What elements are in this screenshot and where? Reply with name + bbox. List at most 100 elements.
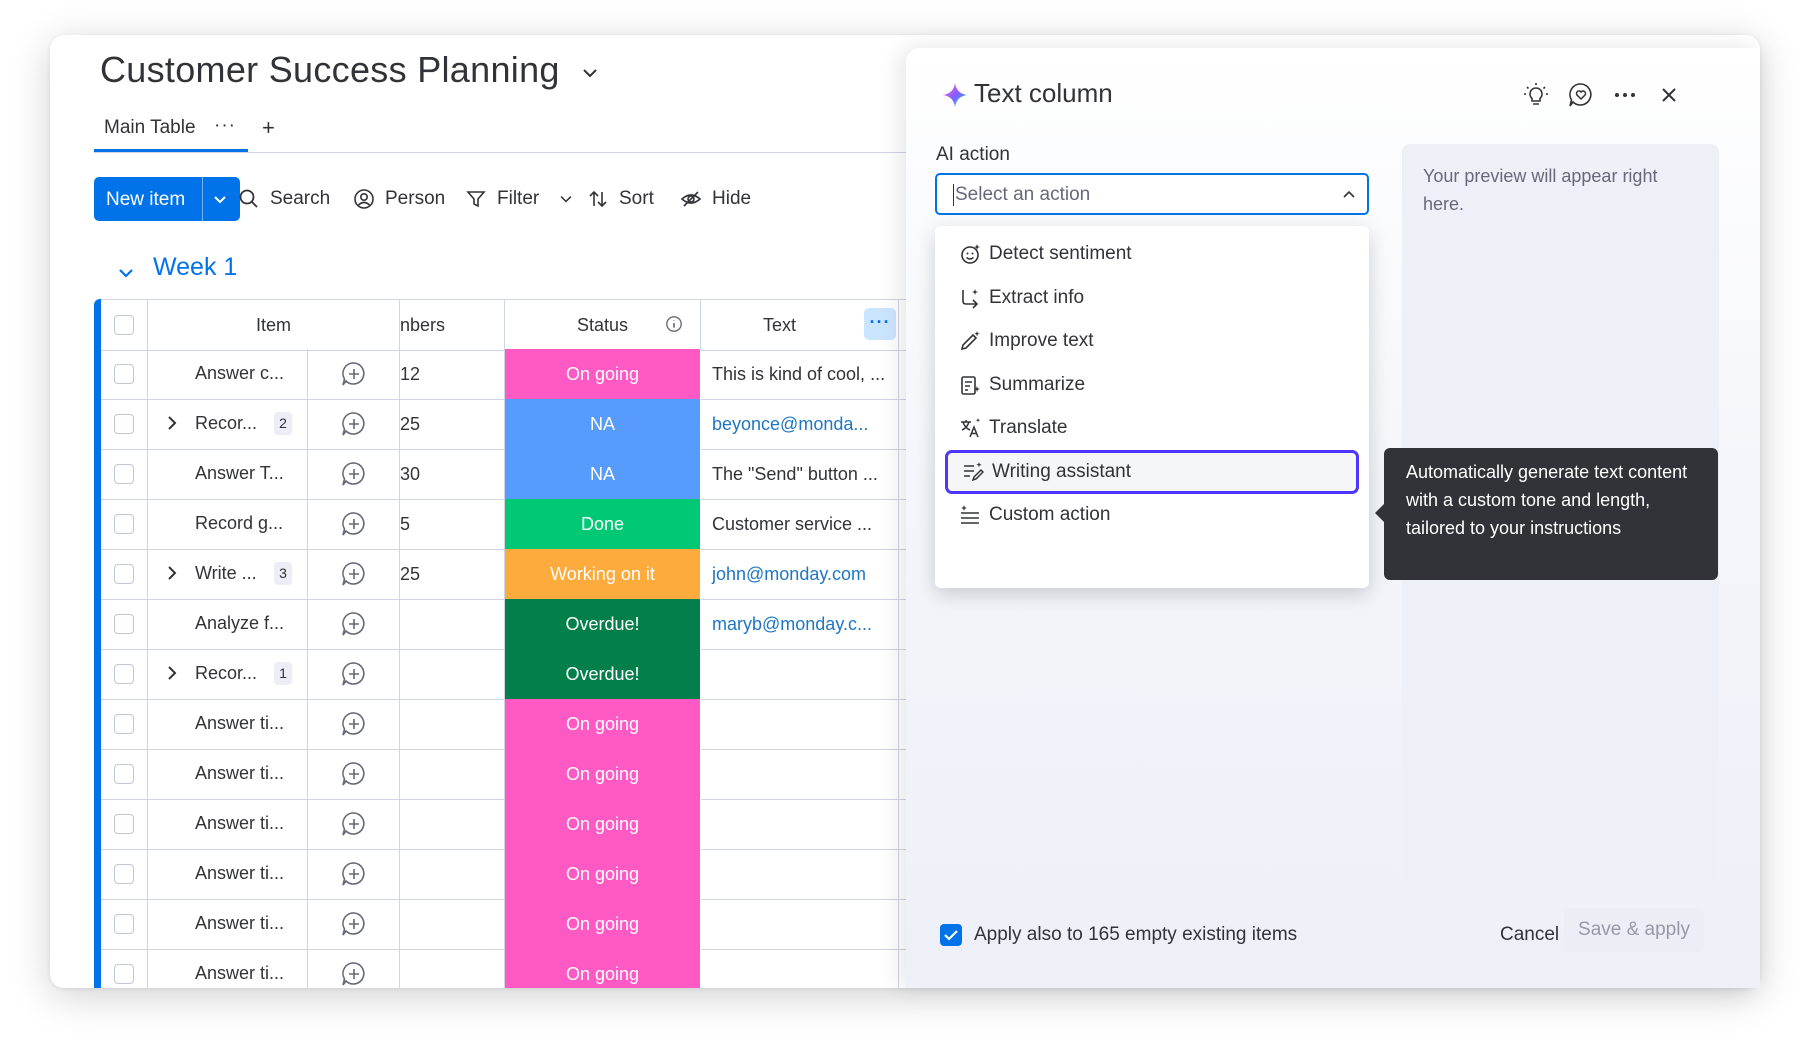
row-checkbox-cell[interactable] bbox=[101, 399, 148, 449]
column-menu-icon[interactable]: ··· bbox=[864, 308, 896, 340]
info-icon[interactable] bbox=[665, 315, 683, 333]
dropdown-option[interactable]: Writing assistant bbox=[945, 449, 1359, 494]
row-checkbox-cell[interactable] bbox=[101, 549, 148, 599]
item-cell[interactable]: Recor... 2 bbox=[148, 399, 308, 449]
row-checkbox-cell[interactable] bbox=[101, 849, 148, 899]
add-update-icon[interactable] bbox=[341, 511, 367, 537]
item-name[interactable]: Answer ti... bbox=[195, 763, 284, 784]
updates-cell[interactable] bbox=[308, 799, 400, 849]
table-row[interactable]: Answer ti... On going bbox=[101, 849, 944, 900]
numbers-cell[interactable] bbox=[400, 849, 505, 899]
item-name[interactable]: Answer ti... bbox=[195, 713, 284, 734]
checkbox[interactable] bbox=[114, 864, 134, 884]
row-checkbox-cell[interactable] bbox=[101, 599, 148, 649]
row-checkbox-cell[interactable] bbox=[101, 499, 148, 549]
chevron-right-icon[interactable] bbox=[164, 415, 180, 431]
table-row[interactable]: Answer ti... On going bbox=[101, 799, 944, 850]
row-checkbox-cell[interactable] bbox=[101, 799, 148, 849]
checkbox[interactable] bbox=[114, 814, 134, 834]
table-row[interactable]: Answer T... 30 NA The "Send" button ... bbox=[101, 449, 944, 500]
table-row[interactable]: Answer c... 12 On going This is kind of coo… bbox=[101, 349, 944, 400]
text-cell[interactable]: This is kind of cool, ... bbox=[701, 349, 899, 399]
add-update-icon[interactable] bbox=[341, 661, 367, 687]
dropdown-option[interactable]: Detect sentiment bbox=[945, 232, 1359, 276]
text-cell[interactable]: john@monday.com bbox=[701, 549, 899, 599]
item-cell[interactable]: Answer ti... bbox=[148, 749, 308, 799]
updates-cell[interactable] bbox=[308, 699, 400, 749]
table-row[interactable]: Answer ti... On going bbox=[101, 949, 944, 988]
lightbulb-icon[interactable] bbox=[1523, 82, 1549, 108]
add-update-icon[interactable] bbox=[341, 811, 367, 837]
item-cell[interactable]: Record g... bbox=[148, 499, 308, 549]
item-cell[interactable]: Analyze f... bbox=[148, 599, 308, 649]
sort-button[interactable]: Sort bbox=[587, 188, 654, 210]
status-cell[interactable]: On going bbox=[505, 699, 701, 749]
table-row[interactable]: Answer ti... On going bbox=[101, 749, 944, 800]
dropdown-option[interactable]: Improve text bbox=[945, 319, 1359, 363]
item-name[interactable]: Recor... bbox=[195, 413, 257, 434]
row-checkbox-cell[interactable] bbox=[101, 649, 148, 699]
dropdown-option[interactable]: Translate bbox=[945, 406, 1359, 450]
numbers-cell[interactable] bbox=[400, 599, 505, 649]
item-cell[interactable]: Answer c... bbox=[148, 349, 308, 399]
add-view-icon[interactable]: + bbox=[262, 115, 275, 141]
checkbox[interactable] bbox=[114, 664, 134, 684]
status-cell[interactable]: NA bbox=[505, 449, 701, 499]
checkbox[interactable] bbox=[114, 414, 134, 434]
updates-cell[interactable] bbox=[308, 649, 400, 699]
cancel-button[interactable]: Cancel bbox=[1500, 924, 1559, 946]
checkbox[interactable] bbox=[114, 614, 134, 634]
checkbox[interactable] bbox=[114, 364, 134, 384]
save-apply-button[interactable]: Save & apply bbox=[1564, 908, 1704, 952]
checkbox[interactable] bbox=[114, 764, 134, 784]
updates-cell[interactable] bbox=[308, 549, 400, 599]
add-update-icon[interactable] bbox=[341, 861, 367, 887]
text-cell[interactable] bbox=[701, 949, 899, 988]
numbers-cell[interactable] bbox=[400, 699, 505, 749]
numbers-cell[interactable] bbox=[400, 749, 505, 799]
chevron-down-icon[interactable] bbox=[116, 263, 136, 283]
item-cell[interactable]: Answer ti... bbox=[148, 699, 308, 749]
close-icon[interactable] bbox=[1656, 82, 1682, 108]
feedback-icon[interactable] bbox=[1568, 82, 1594, 108]
add-update-icon[interactable] bbox=[341, 761, 367, 787]
text-cell[interactable]: Customer service ... bbox=[701, 499, 899, 549]
add-update-icon[interactable] bbox=[341, 461, 367, 487]
search-button[interactable]: Search bbox=[238, 188, 330, 210]
row-checkbox-cell[interactable] bbox=[101, 949, 148, 988]
status-cell[interactable]: Done bbox=[505, 499, 701, 549]
column-header-status[interactable]: Status bbox=[505, 300, 701, 350]
item-name[interactable]: Answer ti... bbox=[195, 963, 284, 984]
numbers-cell[interactable] bbox=[400, 649, 505, 699]
add-update-icon[interactable] bbox=[341, 611, 367, 637]
chevron-down-icon[interactable] bbox=[580, 63, 600, 83]
status-cell[interactable]: On going bbox=[505, 899, 701, 949]
status-cell[interactable]: On going bbox=[505, 849, 701, 899]
updates-cell[interactable] bbox=[308, 849, 400, 899]
text-cell[interactable] bbox=[701, 649, 899, 699]
hide-button[interactable]: Hide bbox=[680, 188, 751, 210]
item-name[interactable]: Write ... bbox=[195, 563, 257, 584]
checkbox[interactable] bbox=[114, 315, 134, 335]
table-row[interactable]: Answer ti... On going bbox=[101, 699, 944, 750]
item-name[interactable]: Record g... bbox=[195, 513, 283, 534]
tab-main-table[interactable]: Main Table bbox=[104, 117, 196, 139]
chevron-up-icon[interactable] bbox=[1342, 187, 1356, 201]
updates-cell[interactable] bbox=[308, 349, 400, 399]
checkbox[interactable] bbox=[114, 514, 134, 534]
column-header-item[interactable]: Item bbox=[148, 300, 400, 350]
tab-more-icon[interactable]: ··· bbox=[214, 115, 236, 137]
apply-checkbox[interactable] bbox=[940, 924, 962, 946]
item-cell[interactable]: Answer T... bbox=[148, 449, 308, 499]
updates-cell[interactable] bbox=[308, 399, 400, 449]
updates-cell[interactable] bbox=[308, 599, 400, 649]
new-item-button[interactable]: New item bbox=[94, 177, 240, 221]
chevron-down-icon[interactable] bbox=[211, 190, 229, 208]
text-cell[interactable]: maryb@monday.c... bbox=[701, 599, 899, 649]
add-update-icon[interactable] bbox=[341, 561, 367, 587]
person-filter-button[interactable]: Person bbox=[353, 188, 445, 210]
add-update-icon[interactable] bbox=[341, 911, 367, 937]
checkbox[interactable] bbox=[114, 914, 134, 934]
status-cell[interactable]: Overdue! bbox=[505, 649, 701, 699]
text-cell[interactable] bbox=[701, 699, 899, 749]
